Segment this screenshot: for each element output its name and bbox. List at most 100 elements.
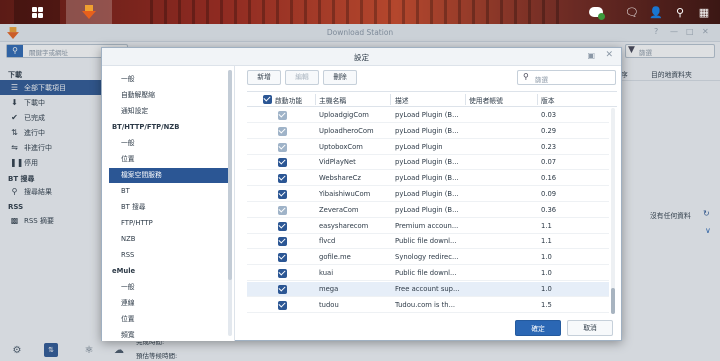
cancel-button[interactable]: 取消 [567, 320, 613, 336]
delete-button[interactable]: 刪除 [323, 70, 357, 85]
version-cell: 1.5 [541, 300, 552, 309]
dialog-titlebar: 設定 ▣ ✕ [102, 48, 621, 66]
enable-checkbox[interactable] [278, 269, 287, 278]
table-row[interactable]: mega Free account sup... 1.0 [247, 281, 609, 297]
enable-checkbox[interactable] [278, 158, 287, 168]
table-scrollbar[interactable] [611, 108, 615, 314]
download-station-taskbar-button[interactable] [66, 0, 112, 24]
nav-item-general[interactable]: 一般 [109, 72, 231, 87]
host-cell: UptoboxCom [319, 142, 363, 151]
host-cell: mega [319, 284, 339, 293]
message-icon[interactable]: 🗨 [624, 4, 640, 20]
enable-checkbox[interactable] [278, 205, 287, 215]
maximize-icon[interactable]: ▣ [587, 51, 595, 60]
host-cell: WebshareCz [319, 174, 361, 183]
nav-heading-bt-http: BT/HTTP/FTP/NZB [112, 123, 180, 131]
table-row[interactable]: tudou Tudou.com is th... 1.5 [247, 298, 609, 313]
table-row[interactable]: ZeveraCom pyLoad Plugin (B... 0.36 [247, 203, 609, 218]
settings-dialog: 設定 ▣ ✕ 一般 自動解壓縮 通知設定 BT/HTTP/FTP/NZB 一般 … [101, 47, 622, 341]
nav-item-bt[interactable]: BT [109, 184, 231, 199]
sync-status-icon[interactable] [588, 4, 605, 20]
description-cell: Public file downl... [395, 269, 457, 277]
nav-item-ftp-http[interactable]: FTP/HTTP [109, 216, 231, 231]
host-cell: tudou [319, 300, 339, 309]
table-row[interactable]: flvcd Public file downl... 1.1 [247, 234, 609, 250]
host-cell: YibaishiwuCom [319, 190, 371, 198]
enable-checkbox[interactable] [278, 111, 287, 120]
host-cell: VidPlayNet [319, 158, 356, 167]
file-hosting-table: 啟動功能 主機名稱 描述 使用者帳號 版本 UploadgigCom pyLoad… [247, 91, 617, 314]
nav-item-file-hosting[interactable]: 檔案空間服務 [109, 168, 231, 183]
file-hosting-panel: 新增 編輯 刪除 ⚲ 篩選 啟動功能 主機名稱 描述 使用者帳號 版本 Uplo… [236, 66, 622, 341]
enable-checkbox[interactable] [278, 190, 287, 199]
host-cell: easysharecom [319, 221, 369, 230]
enable-checkbox[interactable] [278, 237, 287, 247]
column-header-host[interactable]: 主機名稱 [319, 95, 346, 105]
nav-item-emule-general[interactable]: 一般 [109, 280, 231, 295]
enable-checkbox[interactable] [278, 126, 287, 136]
enable-checkbox[interactable] [278, 221, 287, 231]
description-cell: pyLoad Plugin (B... [395, 205, 459, 214]
close-icon[interactable]: ✕ [605, 50, 613, 60]
host-cell: UploadheroCom [319, 126, 374, 135]
edit-button[interactable]: 編輯 [285, 70, 319, 85]
hosting-filter-input[interactable]: ⚲ 篩選 [517, 70, 616, 85]
table-row[interactable]: YibaishiwuCom pyLoad Plugin (B... 0.09 [247, 187, 609, 202]
table-header: 啟動功能 主機名稱 描述 使用者帳號 版本 [247, 92, 617, 107]
ok-button[interactable]: 確定 [515, 320, 561, 336]
description-cell: pyLoad Plugin (B... [395, 111, 459, 119]
user-icon[interactable]: 👤 [648, 4, 664, 20]
column-header-enabled[interactable]: 啟動功能 [275, 95, 302, 105]
version-cell: 0.29 [541, 126, 557, 135]
table-row[interactable]: easysharecom Premium accoun... 1.1 [247, 219, 609, 234]
enable-checkbox[interactable] [278, 253, 287, 263]
nav-item-location[interactable]: 位置 [109, 152, 231, 167]
nav-item-emule-location[interactable]: 位置 [109, 312, 231, 327]
nav-item-bt-search[interactable]: BT 搜尋 [109, 200, 231, 215]
host-cell: kuai [319, 269, 334, 277]
enable-checkbox[interactable] [278, 142, 287, 152]
nav-item-bandwidth[interactable]: 頻寬 [109, 328, 231, 343]
search-icon[interactable]: ⚲ [672, 4, 688, 20]
version-cell: 1.1 [541, 221, 552, 230]
table-row[interactable]: UptoboxCom pyLoad Plugin 0.23 [247, 140, 609, 155]
add-button[interactable]: 新增 [247, 70, 281, 85]
nav-item-connection[interactable]: 連線 [109, 296, 231, 311]
nav-item-notifications[interactable]: 通知設定 [109, 104, 231, 119]
description-cell: Public file downl... [395, 237, 457, 246]
table-row[interactable]: gofile.me Synology redirec... 1.0 [247, 250, 609, 266]
host-cell: flvcd [319, 237, 336, 246]
main-menu-button[interactable] [14, 0, 60, 24]
column-header-description[interactable]: 描述 [395, 95, 409, 105]
version-cell: 0.07 [541, 158, 557, 167]
nav-scrollbar[interactable] [228, 70, 232, 336]
table-row[interactable]: UploadgigCom pyLoad Plugin (B... 0.03 [247, 108, 609, 123]
column-header-version[interactable]: 版本 [541, 95, 555, 105]
host-cell: gofile.me [319, 253, 351, 262]
description-cell: pyLoad Plugin (B... [395, 158, 459, 167]
table-row[interactable]: kuai Public file downl... 1.0 [247, 266, 609, 281]
description-cell: pyLoad Plugin [395, 142, 443, 151]
nav-item-rss[interactable]: RSS [109, 248, 231, 263]
nav-item-bt-general[interactable]: 一般 [109, 136, 231, 151]
enable-checkbox[interactable] [278, 300, 287, 310]
nav-item-auto-extract[interactable]: 自動解壓縮 [109, 88, 231, 103]
table-row[interactable]: VidPlayNet pyLoad Plugin (B... 0.07 [247, 155, 609, 171]
select-all-checkbox[interactable] [263, 95, 272, 104]
nav-heading-emule: eMule [112, 267, 136, 275]
version-cell: 0.09 [541, 190, 557, 198]
version-cell: 0.23 [541, 142, 557, 151]
nav-item-nzb[interactable]: NZB [109, 232, 231, 247]
widgets-icon[interactable]: ▦ [696, 4, 712, 20]
description-cell: pyLoad Plugin (B... [395, 190, 459, 198]
enable-checkbox[interactable] [278, 174, 287, 184]
enable-checkbox[interactable] [278, 284, 287, 294]
table-row[interactable]: WebshareCz pyLoad Plugin (B... 0.16 [247, 171, 609, 187]
description-cell: Tudou.com is th... [395, 300, 456, 309]
column-header-user[interactable]: 使用者帳號 [469, 95, 503, 105]
description-cell: Free account sup... [395, 284, 460, 293]
version-cell: 1.0 [541, 269, 552, 277]
version-cell: 0.16 [541, 174, 557, 183]
host-cell: ZeveraCom [319, 205, 359, 214]
table-row[interactable]: UploadheroCom pyLoad Plugin (B... 0.29 [247, 124, 609, 139]
